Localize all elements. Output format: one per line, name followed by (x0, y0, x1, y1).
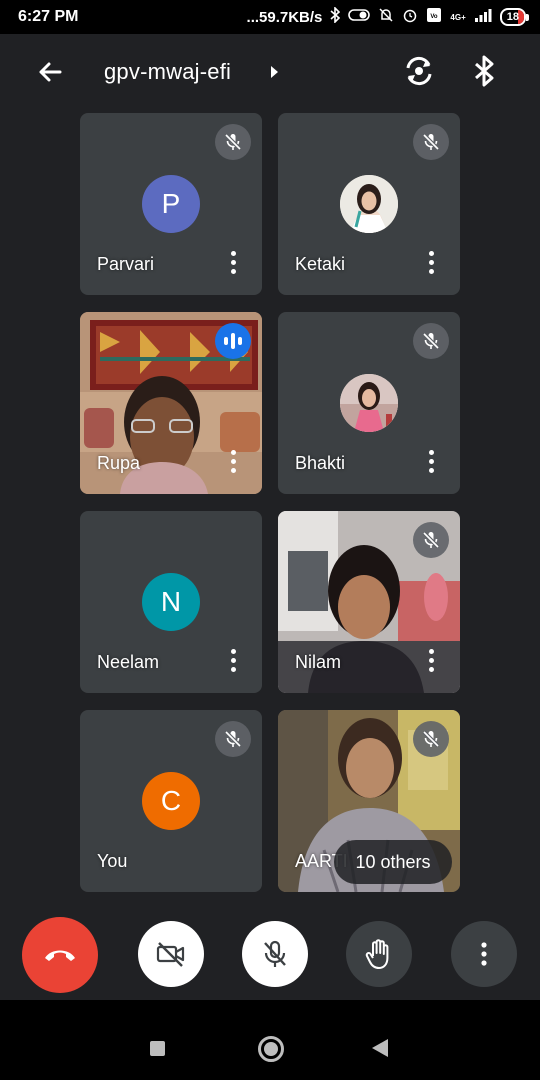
silent-icon (378, 7, 394, 27)
speaking-indicator-icon (215, 323, 251, 359)
participant-avatar: P (142, 175, 200, 233)
hand-icon (365, 939, 389, 969)
status-time: 6:27 PM (18, 8, 79, 25)
microphone-toggle-button[interactable] (242, 921, 308, 987)
svg-text:Vo: Vo (431, 14, 439, 20)
mic-muted-icon (215, 721, 251, 757)
home-icon[interactable] (258, 1036, 284, 1062)
participant-name: You (97, 851, 128, 871)
more-vert-icon (481, 942, 487, 966)
system-back-icon[interactable] (372, 1039, 388, 1057)
participant-tile[interactable]: P Parvari (80, 113, 262, 295)
participant-name: Neelam (97, 652, 160, 672)
mic-off-icon (264, 940, 286, 967)
meeting-header: gpv-mwaj-efi (0, 34, 540, 112)
participant-name: Ketaki (295, 254, 346, 274)
network-type: 4G+ (450, 12, 466, 22)
camera-off-icon (156, 942, 185, 967)
camera-toggle-button[interactable] (138, 921, 204, 987)
participant-tile[interactable]: Bhakti (278, 312, 460, 494)
participant-avatar: C (142, 772, 200, 830)
end-call-button[interactable] (22, 917, 98, 993)
battery-icon: 18 (499, 8, 530, 26)
participant-name: Bhakti (295, 453, 346, 473)
participant-tile[interactable]: N Neelam (80, 511, 262, 693)
raise-hand-button[interactable] (346, 921, 412, 987)
battery-level: 18 (506, 11, 519, 23)
toggle-status-icon (348, 8, 371, 26)
participant-more-options-icon[interactable] (230, 450, 236, 474)
bluetooth-status-icon (330, 6, 341, 27)
participant-tile[interactable]: Ketaki (278, 113, 460, 295)
participant-tile[interactable]: Nilam (278, 511, 460, 693)
meeting-code[interactable]: gpv-mwaj-efi (104, 59, 231, 85)
participant-more-options-icon[interactable] (428, 649, 434, 673)
mic-muted-icon (413, 721, 449, 757)
more-options-button[interactable] (451, 921, 517, 987)
others-count-chip[interactable]: 10 others (334, 840, 452, 884)
participant-avatar: N (142, 573, 200, 631)
mic-muted-icon (413, 323, 449, 359)
status-bar: 6:27 PM ...59.7KB/s Vo 4G+ 18 (0, 0, 540, 34)
bluetooth-audio-icon[interactable] (470, 54, 498, 88)
participant-more-options-icon[interactable] (230, 251, 236, 275)
mic-muted-icon (215, 124, 251, 160)
back-arrow-icon[interactable] (34, 56, 66, 88)
participant-tile[interactable]: Rupa (80, 312, 262, 494)
participant-name: Rupa (97, 453, 141, 473)
participant-more-options-icon[interactable] (428, 251, 434, 275)
alarm-icon (402, 7, 418, 27)
recents-icon[interactable] (150, 1041, 165, 1056)
mic-muted-icon (413, 124, 449, 160)
network-speed: ...59.7KB/s (246, 8, 323, 26)
switch-camera-icon[interactable] (402, 54, 436, 88)
participant-more-options-icon[interactable] (428, 450, 434, 474)
meeting-details-chevron-icon[interactable] (271, 66, 278, 78)
participant-more-options-icon[interactable] (230, 649, 236, 673)
mic-muted-icon (413, 522, 449, 558)
volte-icon: Vo (426, 7, 442, 27)
signal-icon (474, 8, 492, 26)
status-icons: ...59.7KB/s Vo 4G+ 18 (246, 6, 530, 27)
participant-name: Nilam (295, 652, 342, 672)
participant-profile-photo (340, 374, 398, 432)
participant-name: Parvari (97, 254, 155, 274)
system-navigation-bar (0, 1000, 540, 1080)
hang-up-icon (45, 950, 75, 961)
self-tile[interactable]: C You (80, 710, 262, 892)
participant-profile-photo (340, 175, 398, 233)
